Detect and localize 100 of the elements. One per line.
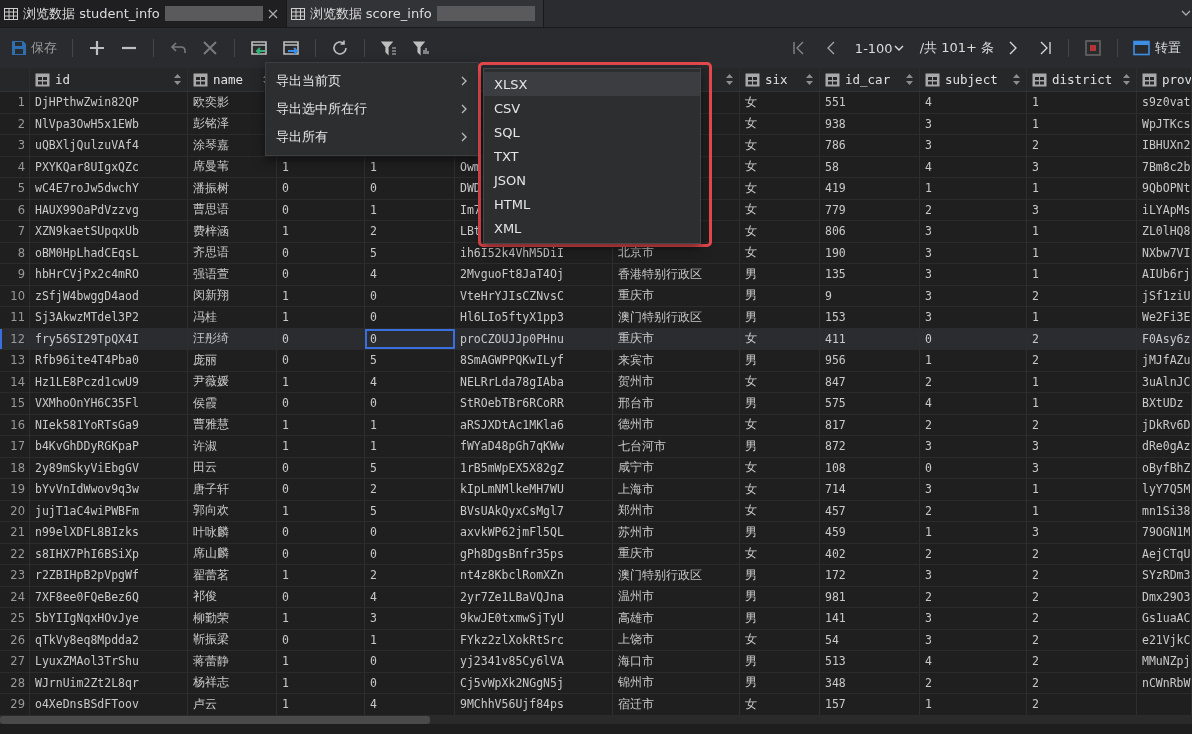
table-cell: 0 <box>925 460 932 475</box>
save-icon <box>11 40 27 56</box>
menu-item[interactable]: SQL <box>484 120 700 144</box>
table-cell: 咸宁市 <box>618 460 654 476</box>
table-cell: ih6I52k4VhM5DiI <box>460 245 564 260</box>
table-cell: 田云 <box>193 460 217 476</box>
table-cell: iLYApMs <box>1142 202 1191 217</box>
table-row[interactable]: 17 b4KvGhDDyRGKpaP 许淑 1 1 fWYaD48pGh7qKWw 七台河市 男 872 3 3 dRe0gAz <box>0 436 1192 458</box>
tab[interactable]: 浏览数据 student_info <box>0 0 287 27</box>
sort-icon[interactable] <box>1013 74 1020 85</box>
sort-icon[interactable] <box>726 74 733 85</box>
table-cell: 8SmAGWPPQKwILyf <box>460 353 564 368</box>
column-header[interactable]: six <box>765 72 801 87</box>
table-row[interactable]: 29 o4XeDnsBSdFToov 卢云 1 4 9MChhV56Ujf84ps 宿迁市 女 157 1 2 <box>0 694 1192 716</box>
column-header[interactable]: id <box>55 72 169 87</box>
table-row[interactable]: 19 bYvVnIdWwov9q3w 唐子轩 0 2 kIpLmNMlkeMH7WU 上海市 女 714 3 1 lyY7Q5M <box>0 479 1192 501</box>
table-cell: 庞丽 <box>193 352 217 368</box>
table-row[interactable]: 18 2y89mSkyViEbgGV 田云 0 5 1rB5mWpEX5X82gZ 咸宁市 女 108 0 3 oByfBhZ <box>0 457 1192 479</box>
column-header[interactable]: id_car <box>845 72 901 87</box>
table-cell: 蒋蕾静 <box>193 653 229 669</box>
table-cell: 2 <box>1032 353 1039 368</box>
table-cell: 5 <box>370 460 377 475</box>
table-row[interactable]: 20 jujT1aC4wiPWBFm 郭向欢 1 5 BVsUAkQyxCsMgl7 郑州市 女 457 2 1 mn1Si38 <box>0 500 1192 522</box>
table-cell: 4 <box>370 589 377 604</box>
table-row[interactable]: 15 VXMhoOnYH6C35Fl 侯霞 0 0 StROebTBr6RCoRR 邢台市 男 575 4 1 BXtUDz <box>0 393 1192 415</box>
menu-item[interactable]: CSV <box>484 96 700 120</box>
table-row[interactable]: 26 qTkVy8eq8Mpdda2 靳振梁 0 1 FYkz2zlXokRtSrc 上饶市 女 54 3 2 e21VjkC <box>0 629 1192 651</box>
menu-item[interactable]: JSON <box>484 168 700 192</box>
add-icon[interactable] <box>88 39 106 57</box>
table-cell: 2 <box>1032 675 1039 690</box>
import-icon[interactable] <box>250 39 268 57</box>
menu-item[interactable]: 导出选中所在行 <box>266 95 478 123</box>
close-icon[interactable] <box>267 8 278 19</box>
menu-item[interactable]: 导出所有 <box>266 123 478 151</box>
table-row[interactable]: 11 Sj3AkwzMTdel3P2 冯桂 1 0 Hl6LIo5ftyX1pp3 澳门特别行政区 男 153 3 1 We2Fi3E <box>0 307 1192 329</box>
column-header[interactable]: prov <box>1162 72 1191 87</box>
table-cell: 2y89mSkyViEbgGV <box>35 460 139 475</box>
table-cell: 女 <box>745 460 757 476</box>
column-header[interactable]: subject <box>945 72 1008 87</box>
table-cell: 0 <box>370 310 377 325</box>
table-cell: 2MvguoFt8JaT4Oj <box>460 267 564 282</box>
table-cell: 5 <box>370 503 377 518</box>
table-row[interactable]: 13 Rfb96ite4T4Pba0 庞丽 0 5 8SmAGWPPQKwILyf 来宾市 男 956 1 2 jMJfAZu <box>0 350 1192 372</box>
table-row[interactable]: 28 WJrnUim2Zt2L8qr 杨祥志 1 0 Cj5vWpXk2NGgN5j 锦州市 男 348 2 2 nCWnRbW <box>0 672 1192 694</box>
table-cell: 3 <box>1032 202 1039 217</box>
caret-icon <box>892 43 905 53</box>
transpose-button[interactable]: 转置 <box>1128 36 1186 60</box>
page-range-dropdown[interactable]: 1-100 <box>849 37 910 59</box>
table-cell: b4KvGhDDyRGKpaP <box>35 439 139 454</box>
table-cell: 2yr7Ze1LBaVQJna <box>460 589 564 604</box>
table-cell: 郑州市 <box>618 503 654 519</box>
table-row[interactable]: 16 NIek581YoRTsGa9 曹雅慧 1 1 aRSJXDtAc1MKla6 德州市 女 817 2 2 jDkRv6D <box>0 414 1192 436</box>
table-cell: 2 <box>1032 697 1039 712</box>
row-number: 14 <box>10 374 25 389</box>
table-cell: 3 <box>925 288 932 303</box>
table-cell: 513 <box>825 654 846 669</box>
table-cell: 1rB5mWpEX5X82gZ <box>460 460 564 475</box>
menu-item[interactable]: 导出当前页 <box>266 67 478 95</box>
column-header[interactable]: district <box>1052 72 1118 87</box>
refresh-icon[interactable] <box>331 39 349 57</box>
tab[interactable]: 浏览数据 score_info <box>286 0 544 27</box>
table-cell: Sj3AkwzMTdel3P2 <box>35 310 139 325</box>
table-row[interactable]: 22 s8IHX7PhI6BSiXp 席山麟 0 0 gPh8DgsBnfr35ps 重庆市 女 402 2 2 AejCTqU <box>0 543 1192 565</box>
table-row[interactable]: 10 zSfjW4bwggD4aod 闵新翔 1 0 VteHrYJIsCZNvsC 重庆市 男 9 3 2 jSf1ziU <box>0 285 1192 307</box>
menu-item[interactable]: XLSX <box>484 72 700 96</box>
filter-icon[interactable] <box>380 39 398 57</box>
table-cell: 苏州市 <box>618 524 654 540</box>
sort-icon[interactable] <box>906 74 913 85</box>
sort-icon[interactable] <box>1123 74 1130 85</box>
table-cell: 5 <box>370 245 377 260</box>
table-row[interactable]: 23 r2ZBIHpB2pVpgWf 翟蕾茗 1 2 nt4z8KbclRomXZn 澳门特别行政区 男 172 3 2 SYzRDm3 <box>0 565 1192 587</box>
column-header[interactable]: name <box>213 72 258 87</box>
table-row[interactable]: 24 7XF8ee0FQeBez6Q 祁俊 0 4 2yr7Ze1LBaVQJna 温州市 男 981 2 2 Dmx29O3 <box>0 586 1192 608</box>
menu-item[interactable]: TXT <box>484 144 700 168</box>
table-cell: 海口市 <box>618 653 654 669</box>
filter-icon[interactable] <box>412 39 430 57</box>
table-row[interactable]: 9 hbHrCVjPx2c4mRO 强语萱 0 4 2MvguoFt8JaT4Oj 香港特别行政区 男 135 3 1 AIUb6rj <box>0 264 1192 286</box>
scrollbar-thumb[interactable] <box>0 715 430 724</box>
table-row[interactable]: 21 n99elXDFL8BIzks 叶咏麟 0 0 axvkWP62jmFl5QL 苏州市 男 459 1 3 79OGN1M <box>0 522 1192 544</box>
menu-item[interactable]: XML <box>484 216 700 240</box>
export-icon[interactable] <box>282 39 300 57</box>
table-cell: 澳门特别行政区 <box>618 309 702 325</box>
table-cell: 2 <box>925 675 932 690</box>
row-number: 4 <box>17 159 25 174</box>
row-number: 22 <box>10 546 25 561</box>
table-cell: ZL0lHQ8 <box>1142 224 1191 239</box>
sort-icon[interactable] <box>174 74 181 85</box>
table-row[interactable]: 25 5bYIIgNqxHOvJye 柳勤荣 1 3 9kwJE0txmwSjTyU 高雄市 男 141 3 2 Gs1uaAC <box>0 608 1192 630</box>
table-row[interactable]: 14 Hz1LE8Pczd1cwU9 尹薇媛 1 4 NELRrLda78gIAba 贺州市 女 847 2 1 3uAlnJC <box>0 371 1192 393</box>
table-cell: 女 <box>745 696 757 712</box>
table-cell: 1 <box>282 224 289 239</box>
table-cell: 2 <box>1032 589 1039 604</box>
table-cell: 1 <box>925 353 932 368</box>
menu-item[interactable]: HTML <box>484 192 700 216</box>
table-row[interactable]: 27 LyuxZMAol3TrShu 蒋蕾静 1 0 yj2341v85Cy6lVA 海口市 男 513 4 2 MMuNZpj <box>0 651 1192 673</box>
table-row[interactable]: 12 fry56SI29TpQX4I 汪彤绮 0 0 proCZOUJJp0PHnu 重庆市 女 411 0 2 F0Asy6z <box>0 328 1192 350</box>
table-cell: 0 <box>282 396 289 411</box>
table-cell: 汪彤绮 <box>193 331 229 347</box>
sort-icon[interactable] <box>806 74 813 85</box>
close-icon[interactable] <box>201 39 219 57</box>
